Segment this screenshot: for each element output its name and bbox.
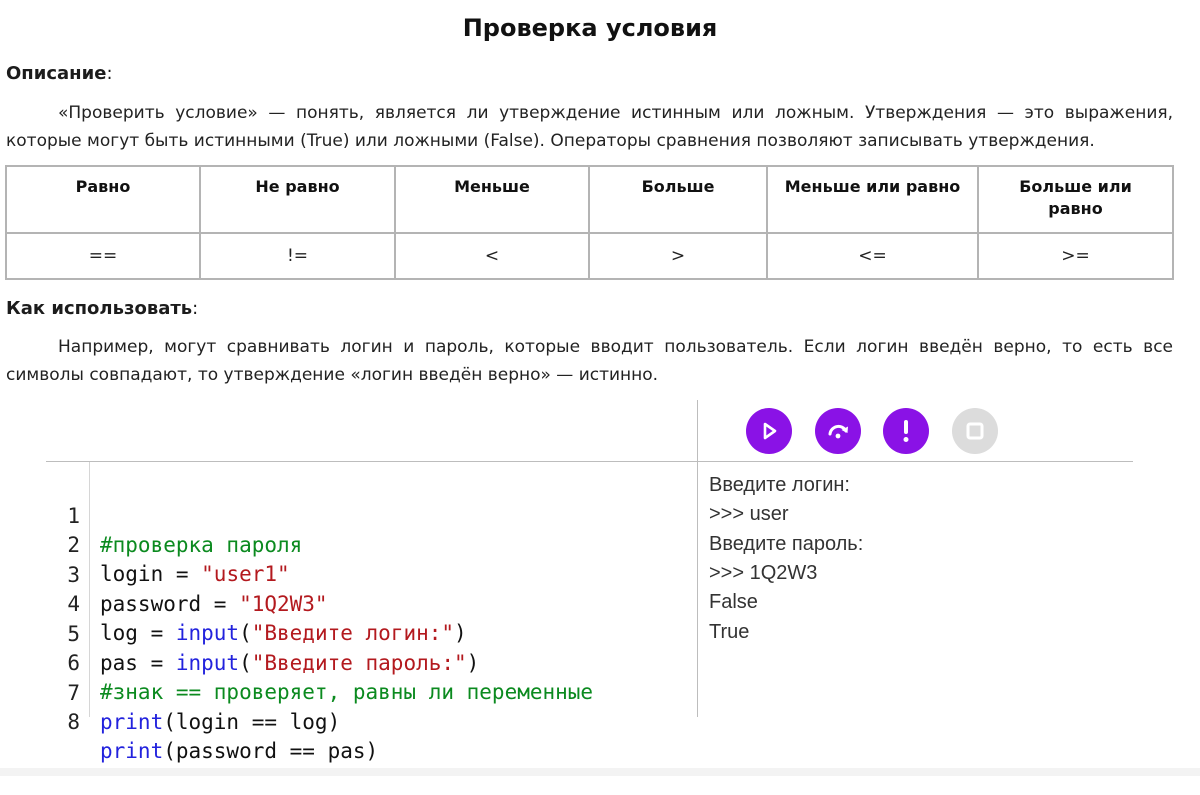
usage-paragraph: Например, могут сравнивать логин и парол… <box>6 333 1173 389</box>
code-text: (password == pas) <box>163 739 379 763</box>
step-over-button[interactable] <box>815 408 861 454</box>
line-number: 6 <box>67 651 80 675</box>
code-comment: #проверка пароля <box>100 533 303 557</box>
stop-icon <box>966 422 984 440</box>
code-line: 4 log = input("Введите логин:") <box>0 561 466 645</box>
code-line: 8 print(password == pas) <box>0 679 378 763</box>
code-text: password = <box>100 592 240 616</box>
code-text: ) <box>466 651 480 675</box>
usage-heading: Как использовать: <box>6 298 199 319</box>
code-line: 2 login = "user1" <box>0 502 289 586</box>
code-string: "user1" <box>201 562 290 586</box>
code-text: login = <box>100 562 202 586</box>
code-line: 5 pas = input("Введите пароль:") <box>0 591 479 675</box>
line-number: 8 <box>67 710 80 734</box>
line-number: 4 <box>67 592 80 616</box>
output-line: >>> 1Q2W3 <box>709 562 818 584</box>
code-string: "Введите пароль:" <box>251 651 467 675</box>
output-line: True <box>709 621 750 643</box>
line-number: 3 <box>67 563 80 587</box>
toolbar-divider <box>46 461 1133 462</box>
table-header-cell: Меньше <box>394 165 590 234</box>
code-runner: 1 #проверка пароля 2 login = "user1" 3 p… <box>0 400 1200 763</box>
usage-heading-text: Как использовать <box>6 298 193 319</box>
description-paragraph: «Проверить условие» — понять, является л… <box>6 99 1173 155</box>
code-text: ) <box>454 621 467 645</box>
page-bottom-strip <box>0 768 1200 776</box>
operator-cell: < <box>394 232 590 280</box>
line-number: 1 <box>67 504 80 528</box>
output-line: >>> user <box>709 503 789 525</box>
description-heading-text: Описание <box>6 63 107 84</box>
table-header-row: Равно Не равно Меньше Больше Меньше или … <box>5 165 1174 234</box>
output-line: Введите логин: <box>709 474 850 496</box>
code-keyword: input <box>175 621 240 645</box>
code-text: pas = <box>100 651 176 675</box>
operator-cell: > <box>588 232 768 280</box>
code-keyword: input <box>175 651 240 675</box>
description-heading: Описание: <box>6 63 113 84</box>
code-line: 3 password = "1Q2W3" <box>0 532 327 616</box>
table-header-cell: Меньше или равно <box>766 165 979 234</box>
table-row: == != < > <= >= <box>5 232 1174 280</box>
line-number: 7 <box>67 681 80 705</box>
table-header-cell: Больше или равно <box>977 165 1174 234</box>
code-string: "1Q2W3" <box>239 592 328 616</box>
code-comment: #знак == проверяет, равны ли переменные <box>100 680 594 704</box>
panel-divider <box>697 400 698 717</box>
operator-cell: != <box>199 232 396 280</box>
run-button[interactable] <box>746 408 792 454</box>
step-over-icon <box>828 424 848 439</box>
page-title: Проверка условия <box>462 14 718 42</box>
usage-text: Например, могут сравнивать логин и парол… <box>6 337 1173 385</box>
operator-cell: <= <box>766 232 979 280</box>
code-text: log = <box>100 621 176 645</box>
code-keyword: print <box>100 739 164 763</box>
output-line: False <box>709 591 758 613</box>
description-text: «Проверить условие» — понять, является л… <box>6 103 1173 151</box>
play-icon <box>763 422 777 440</box>
exclamation-icon <box>903 420 909 442</box>
gutter-divider <box>89 462 90 717</box>
code-line: 6 #знак == проверяет, равны ли переменны… <box>0 620 593 704</box>
code-line: 1 #проверка пароля <box>0 473 302 557</box>
comparison-operators-table: Равно Не равно Меньше Больше Меньше или … <box>5 165 1174 280</box>
code-keyword: print <box>100 710 164 734</box>
table-header-cell: Больше <box>588 165 768 234</box>
code-text: ( <box>239 621 252 645</box>
debug-button[interactable] <box>883 408 929 454</box>
table-header-cell: Не равно <box>199 165 396 234</box>
output-line: Введите пароль: <box>709 533 864 555</box>
code-text: (login == log) <box>163 710 341 734</box>
code-line: 7 print(login == log) <box>0 650 340 734</box>
line-number: 5 <box>67 622 80 646</box>
code-text: ( <box>239 651 252 675</box>
line-number: 2 <box>67 533 80 557</box>
stop-button[interactable] <box>952 408 998 454</box>
code-string: "Введите логин:" <box>251 621 455 645</box>
table-header-cell: Равно <box>5 165 201 234</box>
operator-cell: >= <box>977 232 1174 280</box>
operator-cell: == <box>5 232 201 280</box>
